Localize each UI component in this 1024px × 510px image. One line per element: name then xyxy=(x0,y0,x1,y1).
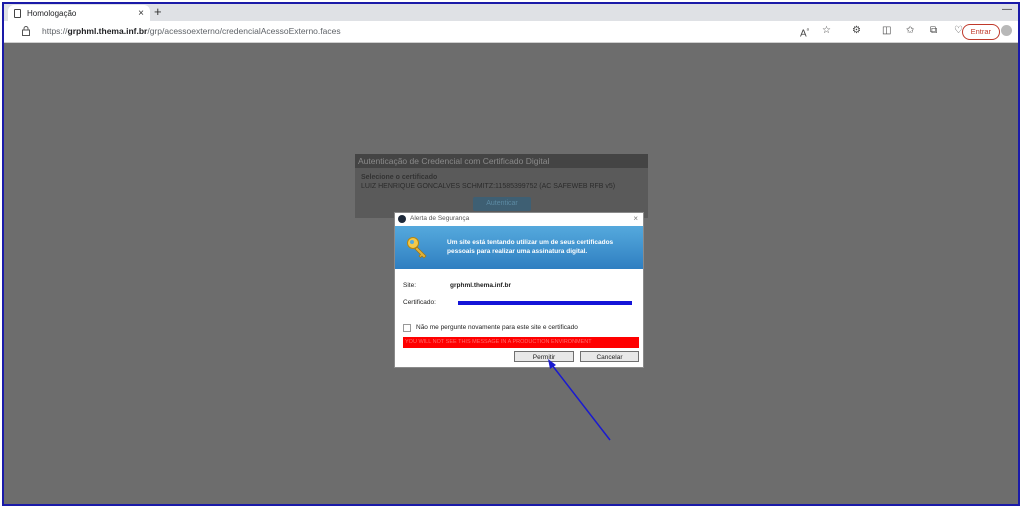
allow-button[interactable]: Permitir xyxy=(514,351,574,362)
dialog-close-icon[interactable]: × xyxy=(633,213,638,225)
signin-button[interactable]: Entrar xyxy=(961,24,1000,40)
certificate-value-redacted xyxy=(458,301,632,305)
auth-panel-title: Autenticação de Credencial com Certifica… xyxy=(355,154,648,168)
cancel-button[interactable]: Cancelar xyxy=(580,351,639,362)
url-host: grphml.thema.inf.br xyxy=(67,26,148,36)
dialog-titlebar: Alerta de Segurança × xyxy=(395,213,643,225)
dialog-banner: Um site está tentando utilizar um de seu… xyxy=(395,226,643,269)
browser-tab[interactable]: Homologação × xyxy=(8,5,150,21)
certificate-auth-panel: Autenticação de Credencial com Certifica… xyxy=(355,154,648,218)
security-alert-dialog: Alerta de Segurança × Um site está tenta… xyxy=(394,212,644,368)
address-bar: https://grphml.thema.inf.br/grp/acessoex… xyxy=(4,21,1018,43)
tab-title: Homologação xyxy=(27,8,77,18)
app-icon xyxy=(398,215,406,223)
certificate-label: Certificado: xyxy=(403,299,436,306)
read-aloud-icon[interactable]: Aᵃ xyxy=(800,25,809,40)
site-label: Site: xyxy=(403,282,417,289)
dialog-title: Alerta de Segurança xyxy=(410,215,470,222)
collections-icon[interactable]: ⧉ xyxy=(930,25,937,37)
lock-icon[interactable] xyxy=(22,26,30,36)
authenticate-button[interactable]: Autenticar xyxy=(473,197,531,211)
url-path: /grp/acessoexterno/credencialAcessoExter… xyxy=(147,26,341,36)
certificate-select-label: Selecione o certificado xyxy=(361,174,438,181)
minimize-icon[interactable]: — xyxy=(1002,4,1012,15)
tab-strip: Homologação × + — xyxy=(4,4,1018,21)
dialog-message: Um site está tentando utilizar um de seu… xyxy=(447,239,614,255)
non-production-warning: YOU WILL NOT SEE THIS MESSAGE IN A PRODU… xyxy=(403,337,639,348)
new-tab-icon[interactable]: + xyxy=(154,4,162,20)
profile-avatar-icon[interactable] xyxy=(1001,25,1012,36)
dont-ask-label: Não me pergunte novamente para este site… xyxy=(416,324,578,331)
favorites-list-icon[interactable]: ✩ xyxy=(906,25,914,37)
page-icon xyxy=(14,8,21,18)
dont-ask-checkbox[interactable] xyxy=(403,324,411,332)
site-row: Site: grphml.thema.inf.br xyxy=(403,282,511,289)
certificate-select[interactable]: LUIZ HENRIQUE GONCALVES SCHMITZ:11585399… xyxy=(361,182,645,192)
site-value: grphml.thema.inf.br xyxy=(450,282,512,289)
extensions-icon[interactable]: ⚙ xyxy=(852,25,861,37)
url-field[interactable]: https://grphml.thema.inf.br/grp/acessoex… xyxy=(42,26,341,36)
url-prefix: https:// xyxy=(42,26,68,36)
page-overlay: Autenticação de Credencial com Certifica… xyxy=(4,43,1018,504)
screenshot-frame: Homologação × + — https://grphml.thema.i… xyxy=(2,2,1020,506)
key-icon xyxy=(407,237,427,259)
favorite-star-icon[interactable]: ☆ xyxy=(822,25,831,37)
split-screen-icon[interactable]: ◫ xyxy=(882,25,891,37)
certificate-row: Certificado: xyxy=(403,299,639,306)
tab-close-icon[interactable]: × xyxy=(138,8,144,19)
